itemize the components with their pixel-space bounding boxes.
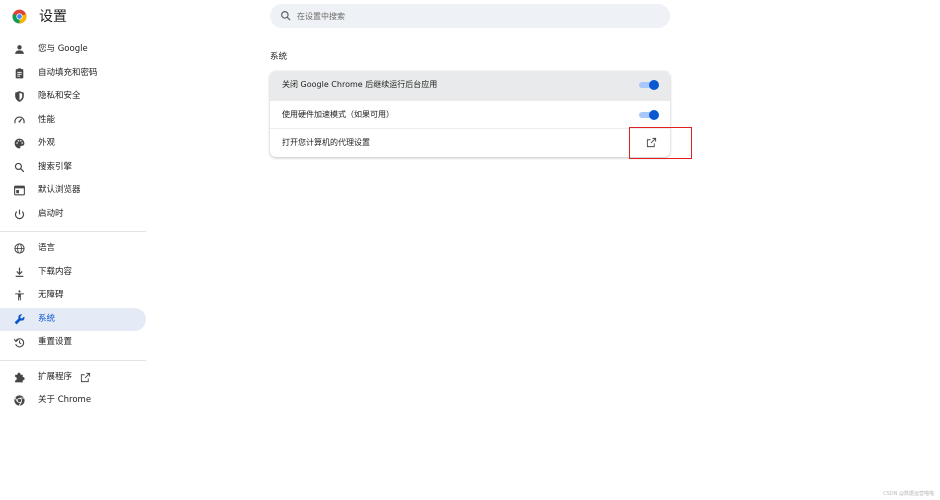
annotation-highlight-box — [629, 127, 692, 159]
sidebar-item-privacy[interactable]: 隐私和安全 — [0, 85, 146, 109]
system-settings-card: 关闭 Google Chrome 后继续运行后台应用 使用硬件加速模式（如果可用… — [270, 71, 670, 157]
chrome-logo-icon — [12, 9, 27, 24]
sidebar-item-label: 重置设置 — [38, 337, 73, 347]
sidebar-item-appearance[interactable]: 外观 — [0, 132, 146, 156]
sidebar-item-system[interactable]: 系统 — [0, 307, 146, 331]
puzzle-icon — [15, 372, 25, 382]
hardware-acceleration-label: 使用硬件加速模式（如果可用） — [282, 109, 394, 119]
globe-icon — [14, 243, 25, 254]
sidebar-divider — [0, 231, 146, 232]
sidebar-item-label: 搜索引擎 — [38, 161, 73, 172]
sidebar-item-label: 性能 — [38, 114, 56, 125]
sidebar-item-accessibility[interactable]: 无障碍 — [0, 284, 146, 308]
toggle-knob — [649, 109, 659, 120]
search-icon — [14, 162, 25, 172]
history-icon — [13, 338, 25, 348]
hardware-acceleration-row[interactable]: 使用硬件加速模式（如果可用） — [270, 99, 670, 129]
clipboard-icon — [15, 67, 24, 78]
sidebar-item-label: 语言 — [38, 243, 56, 253]
sidebar-item-downloads[interactable]: 下载内容 — [0, 261, 146, 285]
sidebar-item-on-startup[interactable]: 启动时 — [0, 203, 146, 227]
sidebar-item-reset[interactable]: 重置设置 — [0, 331, 146, 355]
sidebar-item-you-and-google[interactable]: 您与 Google — [0, 38, 146, 62]
proxy-settings-row[interactable]: 打开您计算机的代理设置 — [270, 128, 670, 157]
sidebar-item-label: 外观 — [38, 138, 56, 148]
browser-icon — [14, 185, 25, 196]
search-box[interactable] — [270, 4, 670, 28]
sidebar-item-label: 无障碍 — [38, 290, 64, 300]
download-icon — [15, 267, 24, 277]
background-apps-toggle[interactable] — [639, 80, 659, 90]
page-title: 设置 — [39, 9, 67, 25]
hardware-acceleration-toggle[interactable] — [639, 109, 659, 120]
sidebar-item-label: 下载内容 — [38, 266, 73, 277]
sidebar-item-label: 启动时 — [38, 208, 64, 219]
sidebar-item-label: 系统 — [38, 313, 56, 324]
sidebar-item-label: 您与 Google — [38, 44, 88, 54]
open-in-new-icon — [80, 372, 91, 382]
palette-icon — [14, 138, 25, 149]
background-apps-label: 关闭 Google Chrome 后继续运行后台应用 — [282, 80, 438, 89]
sidebar-item-extensions[interactable]: 扩展程序 — [0, 366, 146, 390]
sidebar-item-search-engine[interactable]: 搜索引擎 — [0, 156, 146, 180]
toggle-knob — [649, 80, 659, 90]
background-apps-row[interactable]: 关闭 Google Chrome 后继续运行后台应用 — [270, 71, 670, 100]
proxy-settings-label: 打开您计算机的代理设置 — [282, 138, 370, 147]
settings-header: 设置 — [0, 0, 940, 34]
sidebar-item-about-chrome[interactable]: 关于 Chrome — [0, 389, 146, 413]
sidebar-item-languages[interactable]: 语言 — [0, 237, 146, 261]
sidebar-item-label: 关于 Chrome — [38, 395, 92, 405]
speedometer-icon — [14, 115, 25, 123]
sidebar-item-label: 隐私和安全 — [38, 91, 81, 101]
search-input[interactable] — [297, 7, 657, 25]
person-icon — [15, 45, 24, 54]
sidebar-item-label: 默认浏览器 — [38, 185, 81, 195]
sidebar-item-performance[interactable]: 性能 — [0, 109, 146, 133]
sidebar-item-default-browser[interactable]: 默认浏览器 — [0, 179, 146, 203]
sidebar-divider — [0, 359, 146, 361]
watermark: CSDN @数据运营喵喵 — [883, 491, 934, 497]
wrench-icon — [14, 313, 25, 324]
chrome-icon — [14, 395, 25, 406]
power-icon — [14, 209, 25, 219]
sidebar-item-label: 自动填充和密码 — [38, 67, 98, 78]
accessibility-icon — [15, 290, 24, 301]
sidebar-item-autofill[interactable]: 自动填充和密码 — [0, 62, 146, 86]
settings-sidebar: 您与 Google 自动填充和密码 隐私和安全 性能 外观 搜索引擎 默认浏览器… — [0, 38, 148, 413]
shield-icon — [15, 91, 24, 102]
search-icon — [281, 11, 291, 21]
sidebar-item-label: 扩展程序 — [38, 371, 73, 382]
section-title: 系统 — [270, 52, 288, 62]
